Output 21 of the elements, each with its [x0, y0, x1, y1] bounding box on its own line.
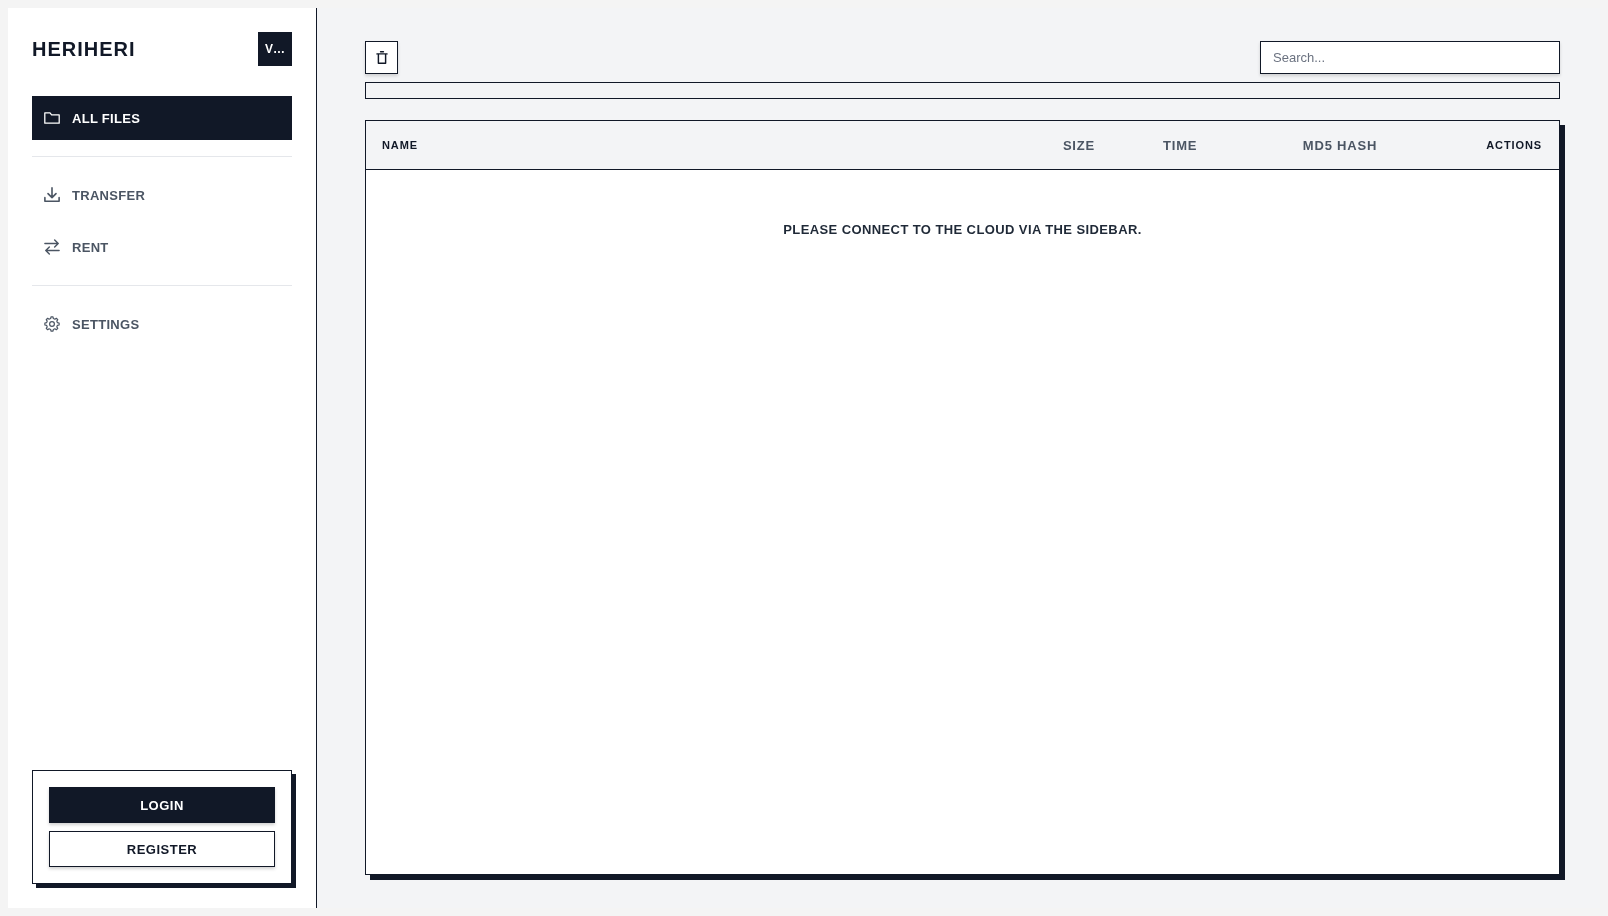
search-field[interactable]: Search... — [1260, 41, 1560, 74]
nav-item[interactable]: RENT — [32, 225, 292, 269]
nav-item[interactable]: TRANSFER — [32, 173, 292, 217]
column-header: MD5 HASH — [1302, 137, 1378, 153]
column-header: ACTIONS — [1486, 139, 1542, 151]
header-button[interactable]: V… — [258, 32, 292, 66]
register-button[interactable]: REGISTER — [49, 831, 275, 867]
trash-icon — [375, 51, 388, 64]
login-button[interactable]: LOGIN — [49, 787, 275, 823]
nav-item[interactable]: ALL FILES — [32, 96, 292, 140]
empty-message: PLEASE CONNECT TO THE CLOUD VIA THE SIDEBAR. — [783, 222, 1142, 237]
column-header: NAME — [382, 139, 418, 151]
delete-button[interactable] — [365, 41, 398, 74]
column-header: TIME — [1163, 137, 1198, 153]
settings-icon — [44, 316, 60, 332]
swap-arrows-icon — [44, 239, 60, 255]
download-icon — [44, 187, 60, 203]
folder-icon — [44, 110, 60, 126]
nav-item[interactable]: SETTINGS — [32, 302, 292, 346]
column-header: SIZE — [1062, 137, 1095, 153]
app-title: HERIHERI — [32, 37, 136, 61]
